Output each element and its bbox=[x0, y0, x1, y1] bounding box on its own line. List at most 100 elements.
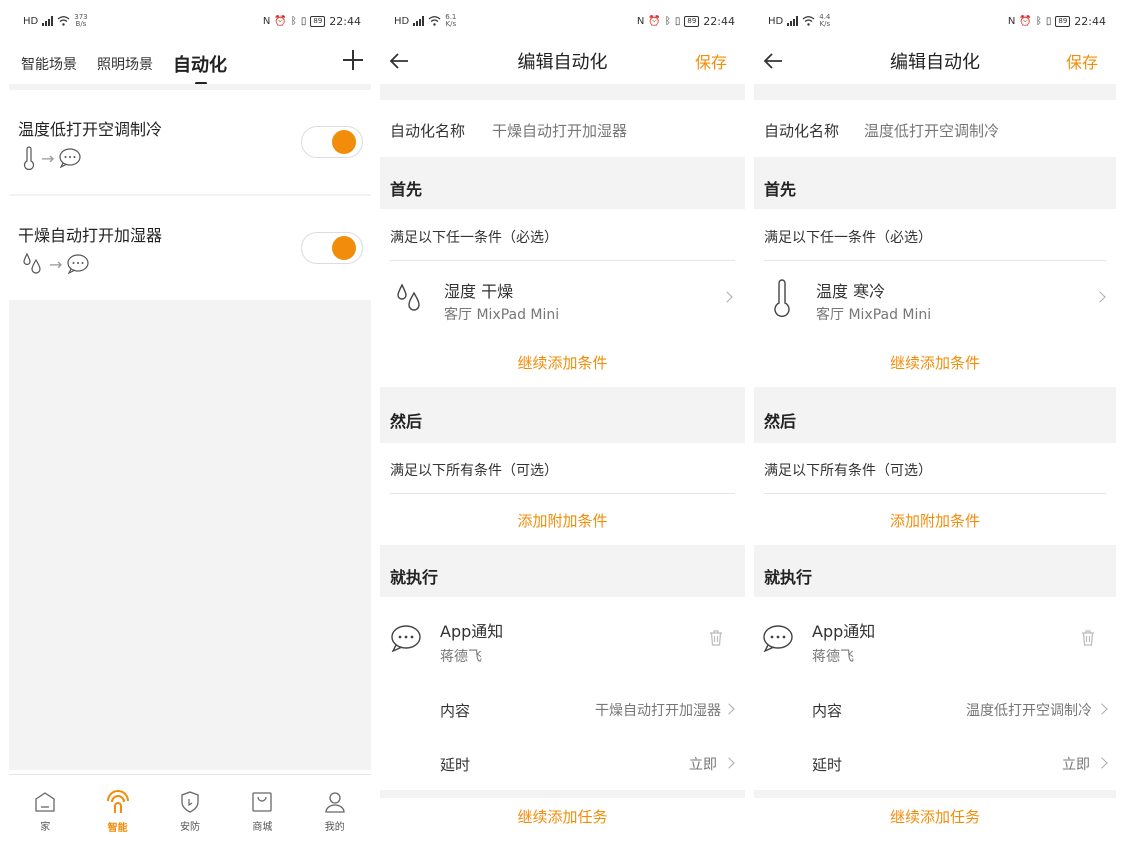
add-icon[interactable] bbox=[341, 48, 365, 72]
header: 编辑自动化 保存 bbox=[380, 42, 745, 82]
add-condition-button[interactable]: 继续添加条件 bbox=[380, 352, 745, 373]
hd-icon: HD bbox=[394, 15, 410, 27]
section-then: 然后 bbox=[390, 412, 423, 431]
nav-me[interactable]: 我的 bbox=[305, 790, 365, 833]
content-value[interactable]: 温度低打开空调制冷 bbox=[966, 700, 1092, 720]
nfc-icon: N bbox=[262, 15, 271, 27]
arrow-icon: → bbox=[41, 148, 55, 168]
add-extra-condition-button[interactable]: 添加附加条件 bbox=[380, 510, 745, 531]
add-condition-button[interactable]: 继续添加条件 bbox=[754, 352, 1116, 373]
section-first: 首先 bbox=[390, 180, 423, 199]
trash-icon[interactable] bbox=[709, 630, 723, 646]
add-task-button[interactable]: 继续添加任务 bbox=[380, 806, 745, 827]
automation-name: 干燥自动打开加湿器 bbox=[18, 226, 163, 245]
hd-icon: HD bbox=[768, 15, 784, 27]
battery-icon: 89 bbox=[1055, 15, 1071, 27]
save-button[interactable]: 保存 bbox=[695, 49, 727, 73]
nfc-icon: N bbox=[636, 15, 645, 27]
smart-icon bbox=[106, 790, 129, 813]
message-icon bbox=[67, 254, 90, 274]
home-icon bbox=[35, 792, 55, 812]
message-icon bbox=[391, 625, 421, 652]
clock: 22:44 bbox=[1074, 14, 1106, 28]
battery-icon: 89 bbox=[684, 15, 700, 27]
nav-shop[interactable]: 商城 bbox=[232, 790, 292, 833]
condition-title: 湿度 干燥 bbox=[444, 282, 514, 301]
task-user: 蒋德飞 bbox=[812, 649, 854, 665]
water-drops-icon bbox=[397, 283, 420, 311]
automation-flow: → bbox=[21, 146, 82, 170]
task-user: 蒋德飞 bbox=[440, 649, 482, 665]
section-then: 然后 bbox=[764, 412, 797, 431]
clock: 22:44 bbox=[703, 14, 735, 28]
section-execute: 就执行 bbox=[764, 568, 813, 587]
automation-name-input[interactable]: 干燥自动打开加湿器 bbox=[492, 120, 627, 141]
condition-row[interactable]: 温度 寒冷 客厅 MixPad Mini bbox=[754, 262, 1116, 332]
nav-smart[interactable]: 智能 bbox=[88, 789, 148, 834]
automation-card[interactable]: 温度低打开空调制冷 → bbox=[9, 90, 371, 194]
clock: 22:44 bbox=[329, 14, 361, 28]
nav-home[interactable]: 家 bbox=[15, 790, 75, 833]
condition-device: 客厅 MixPad Mini bbox=[816, 307, 932, 323]
thermometer-icon bbox=[23, 146, 35, 170]
chevron-right-icon bbox=[721, 291, 733, 303]
message-icon bbox=[59, 148, 82, 168]
tab-lighting-scene[interactable]: 照明场景 bbox=[97, 54, 153, 74]
automation-card[interactable]: 干燥自动打开加湿器 → bbox=[9, 196, 371, 300]
status-bar: HD 6.1 K/s N ⏰ ᛒ ▯ 89 22:44 bbox=[380, 0, 745, 42]
tab-smart-scene[interactable]: 智能场景 bbox=[21, 54, 77, 74]
battery-icon: 89 bbox=[310, 15, 326, 27]
network-speed: 4.4 K/s bbox=[819, 13, 831, 28]
vibrate-icon: ▯ bbox=[674, 15, 681, 27]
add-extra-condition-button[interactable]: 添加附加条件 bbox=[754, 510, 1116, 531]
delay-value[interactable]: 立即 bbox=[1062, 754, 1090, 774]
toggle-knob bbox=[332, 236, 356, 260]
wifi-icon bbox=[57, 16, 70, 26]
automation-toggle[interactable] bbox=[301, 126, 363, 158]
bluetooth-icon: ᛒ bbox=[1035, 15, 1042, 27]
header: 编辑自动化 保存 bbox=[754, 42, 1116, 82]
page-title: 编辑自动化 bbox=[890, 52, 980, 73]
wifi-icon bbox=[802, 16, 815, 26]
name-label: 自动化名称 bbox=[390, 122, 466, 140]
wifi-icon bbox=[428, 16, 441, 26]
shield-icon bbox=[181, 791, 199, 813]
alarm-icon: ⏰ bbox=[1019, 15, 1032, 27]
edit-automation-screen-temperature: HD 4.4 K/s N ⏰ ᛒ ▯ 89 22:44 编辑自动化 保存 自动化… bbox=[754, 0, 1116, 844]
add-task-button[interactable]: 继续添加任务 bbox=[754, 806, 1116, 827]
name-label: 自动化名称 bbox=[764, 122, 840, 140]
automation-toggle[interactable] bbox=[301, 232, 363, 264]
automation-list: 温度低打开空调制冷 → 干燥自动打开加湿器 → bbox=[9, 84, 371, 770]
condition-row[interactable]: 湿度 干燥 客厅 MixPad Mini bbox=[380, 262, 745, 332]
chevron-right-icon bbox=[1096, 757, 1108, 769]
chevron-right-icon bbox=[1096, 703, 1108, 715]
signal-icon bbox=[42, 16, 54, 26]
task-title: App通知 bbox=[812, 622, 876, 641]
scene-tabs: 智能场景 照明场景 自动化 bbox=[9, 44, 371, 85]
automation-list-screen: HD 373 B/s N ⏰ ᛒ ▯ 89 22:44 智能场景 照明场景 自动… bbox=[9, 0, 371, 844]
bluetooth-icon: ᛒ bbox=[290, 15, 297, 27]
automation-name-input[interactable]: 温度低打开空调制冷 bbox=[864, 120, 999, 141]
page-title: 编辑自动化 bbox=[517, 52, 608, 73]
shop-icon bbox=[252, 792, 273, 812]
content-label: 内容 bbox=[440, 702, 471, 720]
automation-name: 温度低打开空调制冷 bbox=[18, 120, 163, 139]
save-button[interactable]: 保存 bbox=[1066, 49, 1098, 73]
delay-label: 延时 bbox=[440, 756, 471, 774]
content-value[interactable]: 干燥自动打开加湿器 bbox=[595, 700, 721, 720]
delay-value[interactable]: 立即 bbox=[689, 754, 717, 774]
chevron-right-icon bbox=[723, 703, 735, 715]
condition-title: 温度 寒冷 bbox=[816, 282, 886, 301]
signal-icon bbox=[413, 16, 425, 26]
arrow-icon: → bbox=[49, 254, 63, 274]
nfc-icon: N bbox=[1007, 15, 1016, 27]
tab-automation[interactable]: 自动化 bbox=[173, 51, 227, 85]
trash-icon[interactable] bbox=[1081, 630, 1095, 646]
nav-security[interactable]: 安防 bbox=[160, 790, 220, 833]
hd-icon: HD bbox=[23, 15, 39, 27]
bottom-nav: 家 智能 安防 商城 我的 bbox=[9, 774, 371, 844]
any-condition-label: 满足以下任一条件（必选） bbox=[764, 230, 932, 246]
message-icon bbox=[763, 625, 793, 652]
water-drops-icon bbox=[23, 252, 41, 274]
delay-label: 延时 bbox=[812, 756, 843, 774]
